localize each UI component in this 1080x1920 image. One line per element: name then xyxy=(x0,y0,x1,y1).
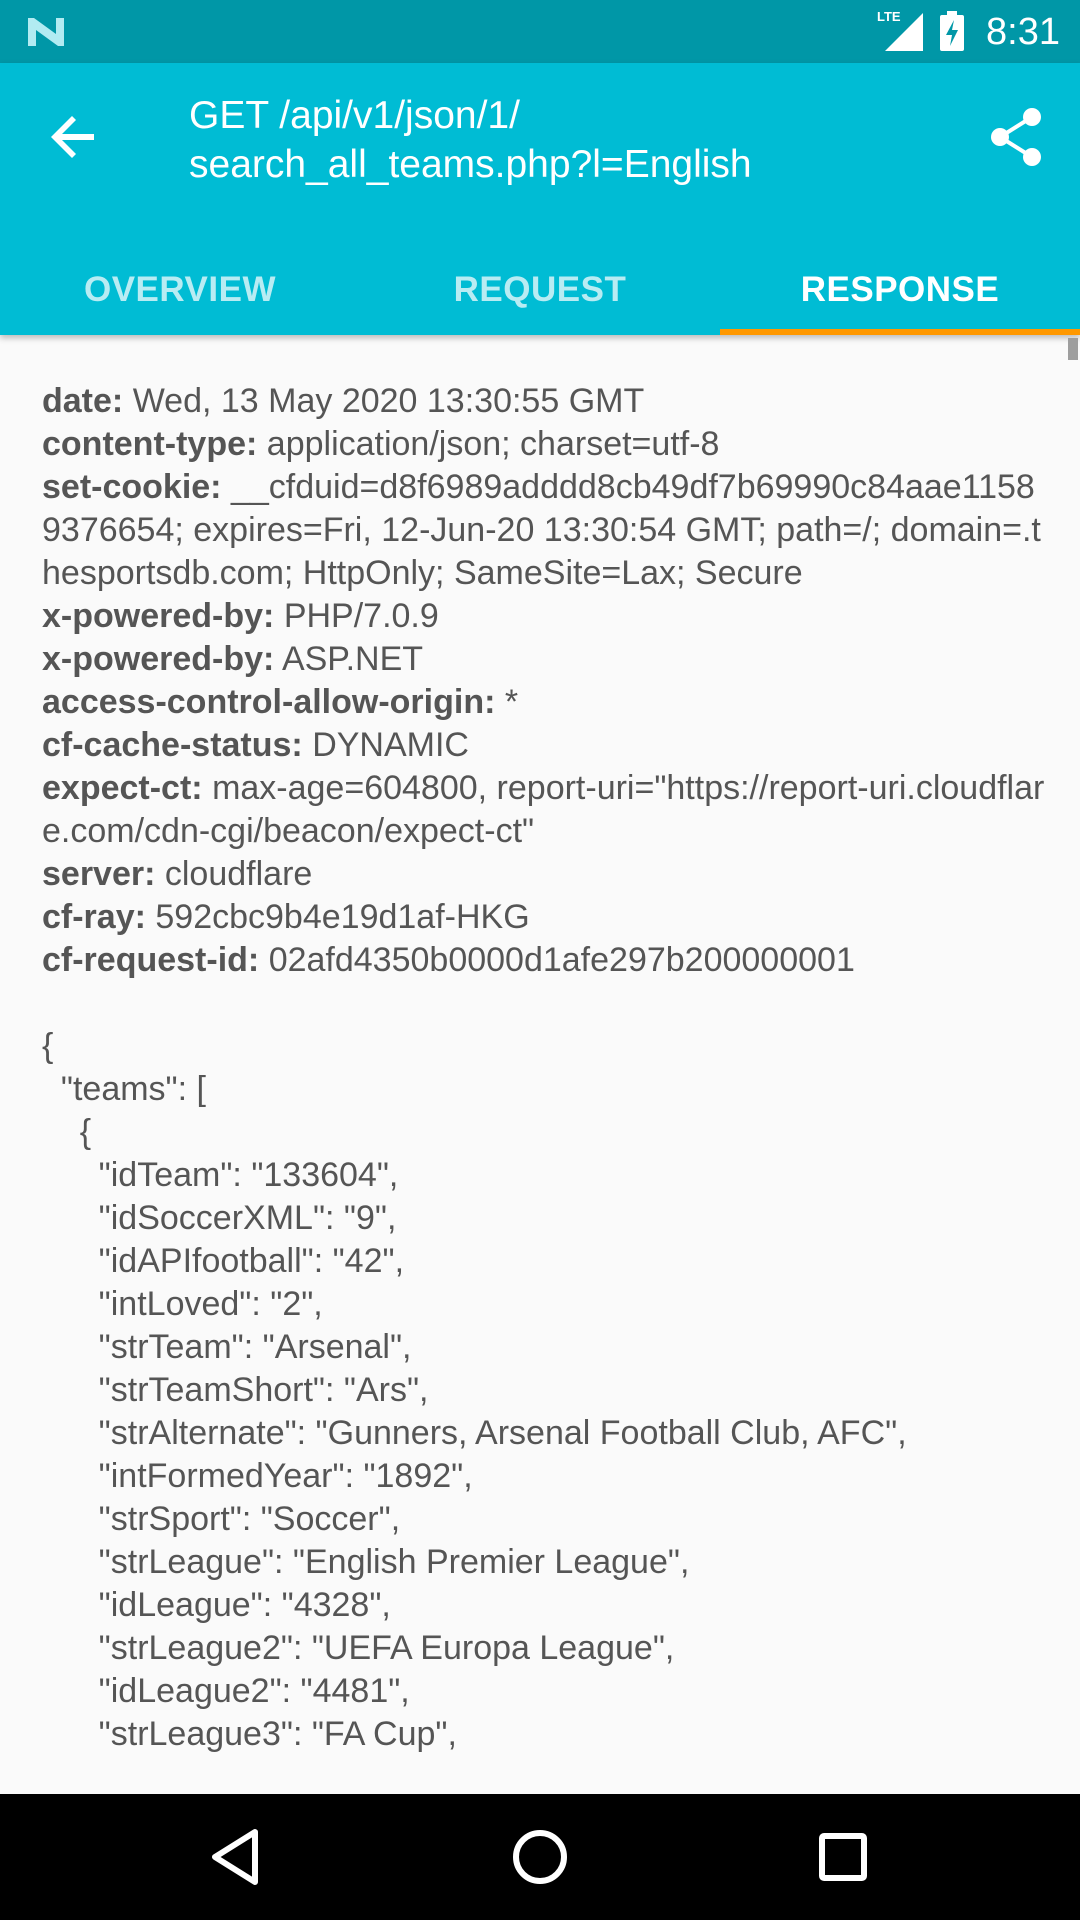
header-line: date: Wed, 13 May 2020 13:30:55 GMT xyxy=(42,380,1052,423)
json-line: "strLeague": "English Premier League", xyxy=(42,1543,690,1581)
tab-response[interactable]: RESPONSE xyxy=(720,245,1080,335)
header-key: server: xyxy=(42,855,156,893)
json-line: { xyxy=(42,1113,92,1151)
back-triangle-icon[interactable] xyxy=(203,1824,269,1890)
header-key: x-powered-by: xyxy=(42,640,275,678)
status-time: 8:31 xyxy=(986,11,1060,53)
json-line: "intLoved": "2", xyxy=(42,1285,323,1323)
header-value: Wed, 13 May 2020 13:30:55 GMT xyxy=(132,382,645,420)
header-line: expect-ct: max-age=604800, report-uri="h… xyxy=(42,767,1052,853)
header-value: 592cbc9b4e19d1af-HKG xyxy=(155,898,530,936)
tab-indicator xyxy=(720,329,1080,335)
tab-bar: OVERVIEW REQUEST RESPONSE xyxy=(0,245,1080,335)
header-key: content-type: xyxy=(42,425,258,463)
header-key: access-control-allow-origin: xyxy=(42,683,496,721)
header-value: * xyxy=(504,683,519,721)
json-line: "strTeamShort": "Ars", xyxy=(42,1371,429,1409)
header-key: cf-cache-status: xyxy=(42,726,303,764)
status-bar: LTE 8:31 xyxy=(0,0,1080,63)
header-line: set-cookie: __cfduid=d8f6989adddd8cb49df… xyxy=(42,466,1052,595)
json-line: "idLeague2": "4481", xyxy=(42,1672,410,1710)
response-content[interactable]: date: Wed, 13 May 2020 13:30:55 GMT conte… xyxy=(42,380,1052,1794)
header-key: cf-request-id: xyxy=(42,941,260,979)
json-line: "strLeague2": "UEFA Europa League", xyxy=(42,1629,675,1667)
navigation-bar xyxy=(0,1794,1080,1920)
share-icon[interactable] xyxy=(982,103,1050,171)
header-line: x-powered-by: PHP/7.0.9 xyxy=(42,595,1052,638)
json-line: "idAPIfootball": "42", xyxy=(42,1242,405,1280)
header-value: 02afd4350b0000d1afe297b200000001 xyxy=(268,941,855,979)
header-line: cf-ray: 592cbc9b4e19d1af-HKG xyxy=(42,896,1052,939)
json-line: "strTeam": "Arsenal", xyxy=(42,1328,412,1366)
header-line: content-type: application/json; charset=… xyxy=(42,423,1052,466)
header-value: application/json; charset=utf-8 xyxy=(266,425,720,463)
header-key: expect-ct: xyxy=(42,769,203,807)
json-line: "strLeague3": "FA Cup", xyxy=(42,1715,457,1753)
header-line: cf-request-id: 02afd4350b0000d1afe297b20… xyxy=(42,939,1052,982)
json-line: "strSport": "Soccer", xyxy=(42,1500,401,1538)
header-value: DYNAMIC xyxy=(312,726,469,764)
json-line: { xyxy=(42,1027,54,1065)
scrollbar[interactable] xyxy=(1068,338,1078,360)
battery-charging-icon xyxy=(940,11,964,51)
tab-request[interactable]: REQUEST xyxy=(360,245,720,335)
json-line: "idSoccerXML": "9", xyxy=(42,1199,397,1237)
request-title: GET /api/v1/json/1/ search_all_teams.php… xyxy=(189,91,989,189)
header-key: set-cookie: xyxy=(42,468,222,506)
arrow-back-icon[interactable] xyxy=(40,103,108,171)
tab-overview[interactable]: OVERVIEW xyxy=(0,245,360,335)
json-line: "teams": [ xyxy=(42,1070,206,1108)
response-body: { "teams": [ { "idTeam": "133604", "idSo… xyxy=(42,1025,1052,1756)
header-line: cf-cache-status: DYNAMIC xyxy=(42,724,1052,767)
svg-text:LTE: LTE xyxy=(877,9,901,24)
json-line: "idLeague": "4328", xyxy=(42,1586,391,1624)
header-key: x-powered-by: xyxy=(42,597,275,635)
lte-signal-icon: LTE xyxy=(877,9,923,51)
header-value: cloudflare xyxy=(164,855,313,893)
json-line: "strAlternate": "Gunners, Arsenal Footba… xyxy=(42,1414,907,1452)
header-key: date: xyxy=(42,382,124,420)
header-line: access-control-allow-origin: * xyxy=(42,681,1052,724)
header-line: server: cloudflare xyxy=(42,853,1052,896)
response-headers: date: Wed, 13 May 2020 13:30:55 GMT conte… xyxy=(42,380,1052,982)
header-line: x-powered-by: ASP.NET xyxy=(42,638,1052,681)
json-line: "idTeam": "133604", xyxy=(42,1156,399,1194)
json-line: "intFormedYear": "1892", xyxy=(42,1457,473,1495)
app-bar: GET /api/v1/json/1/ search_all_teams.php… xyxy=(0,63,1080,335)
request-title-text: GET /api/v1/json/1/ search_all_teams.php… xyxy=(189,94,752,186)
n-logo-icon xyxy=(28,18,64,46)
recents-square-icon[interactable] xyxy=(810,1824,876,1890)
home-circle-icon[interactable] xyxy=(507,1824,573,1890)
header-value: PHP/7.0.9 xyxy=(283,597,439,635)
header-key: cf-ray: xyxy=(42,898,146,936)
header-value: ASP.NET xyxy=(281,640,424,678)
